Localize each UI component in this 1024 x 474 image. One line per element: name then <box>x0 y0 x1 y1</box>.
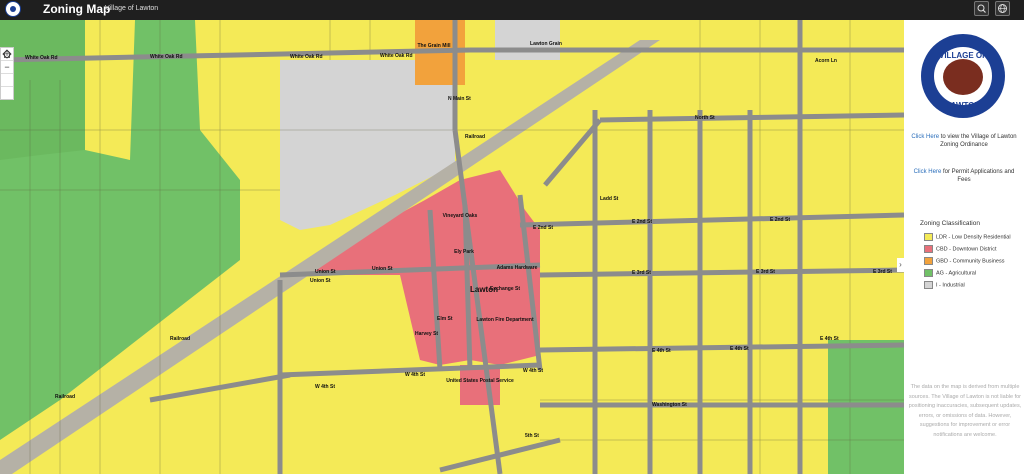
legend-swatch <box>924 257 933 265</box>
home-button[interactable] <box>1 49 13 87</box>
place-label: Ely Park <box>454 249 474 255</box>
disclaimer-text: The data on the map is derived from mult… <box>908 384 1022 438</box>
place-label: Vineyard Oaks <box>443 213 478 219</box>
street-label: White Oak Rd <box>150 54 183 60</box>
street-label: E 2nd St <box>533 225 553 231</box>
collapse-panel-button[interactable]: › <box>897 258 904 272</box>
street-label: E 3rd St <box>756 269 775 275</box>
ordinance-link[interactable]: Click Here <box>911 134 939 140</box>
legend-swatch <box>924 233 933 241</box>
village-logo-icon <box>5 1 21 17</box>
app-subtitle: Village of Lawton <box>105 5 159 12</box>
street-label: 5th St <box>525 433 539 439</box>
app-title: Zoning Map <box>43 2 111 16</box>
legend-swatch <box>924 281 933 289</box>
globe-icon <box>998 4 1007 13</box>
zoning-map[interactable]: White Oak Rd White Oak Rd White Oak Rd W… <box>0 20 904 474</box>
search-button[interactable] <box>974 1 989 16</box>
street-label: Ladd St <box>600 196 619 202</box>
street-label: Harvey St <box>415 331 438 337</box>
top-bar: Zoning Map Village of Lawton <box>0 0 1024 20</box>
seal-text-top: VILLAGE OF <box>939 51 987 60</box>
legend-title: Zoning Classification <box>920 220 980 227</box>
street-label: North St <box>695 115 715 121</box>
side-panel: VILLAGE OF LAWTON Click Here to view the… <box>904 20 1024 474</box>
street-label: Railroad <box>55 394 75 400</box>
legend-label: GBD - Community Business <box>936 258 1005 265</box>
map-toolbar: + − <box>0 47 14 100</box>
street-label: E 4th St <box>652 348 671 354</box>
legend-label: CBD - Downtown District <box>936 246 997 253</box>
street-label: E 3rd St <box>632 270 651 276</box>
locate-button[interactable] <box>1 49 13 99</box>
street-label: White Oak Rd <box>380 53 413 59</box>
street-label: E 4th St <box>730 346 749 352</box>
street-label: Elm St <box>437 316 453 322</box>
street-label: Railroad <box>465 134 485 140</box>
street-label: Union St <box>372 266 393 272</box>
seal-text-bottom: LAWTON <box>945 101 981 110</box>
legend-swatch <box>924 245 933 253</box>
place-label: The Grain Mill <box>417 43 451 49</box>
street-label: E 3rd St <box>873 269 892 275</box>
place-label: Lawton Grain <box>530 41 562 47</box>
place-label: Adams Hardware <box>497 265 538 271</box>
legend-label: AG - Agricultural <box>936 270 977 277</box>
legend-item: AG - Agricultural <box>924 269 976 278</box>
place-label: United States Postal Service <box>446 378 514 384</box>
place-label: Lawton Fire Department <box>476 317 534 323</box>
permits-link-block: Click Here for Permit Applications and F… <box>910 168 1018 184</box>
legend-item: CBD - Downtown District <box>924 245 997 254</box>
street-label: White Oak Rd <box>290 54 323 60</box>
street-label: Washington St <box>652 402 687 408</box>
street-label: Union St <box>310 278 331 284</box>
locate-icon <box>2 49 12 59</box>
street-label: E 2nd St <box>632 219 652 225</box>
street-label: W 4th St <box>523 368 543 374</box>
street-label: Acorn Ln <box>815 58 837 64</box>
street-label: Railroad <box>170 336 190 342</box>
street-label: W 4th St <box>315 384 335 390</box>
permits-link[interactable]: Click Here <box>914 169 942 175</box>
street-label: E 4th St <box>820 336 839 342</box>
map-canvas: White Oak Rd White Oak Rd White Oak Rd W… <box>0 20 904 474</box>
basemap-button[interactable] <box>995 1 1010 16</box>
legend-label: LDR - Low Density Residential <box>936 234 1011 241</box>
ordinance-link-text: to view the Village of Lawton Zoning Ord… <box>939 134 1017 148</box>
town-label: Lawton <box>470 285 498 294</box>
ordinance-link-block: Click Here to view the Village of Lawton… <box>910 133 1018 149</box>
street-label: Union St <box>315 269 336 275</box>
zoom-out-button[interactable]: − <box>1 61 13 74</box>
street-label: N Main St <box>448 96 471 102</box>
village-seal: VILLAGE OF LAWTON <box>921 34 1005 118</box>
legend-item: LDR - Low Density Residential <box>924 233 1011 242</box>
street-label: White Oak Rd <box>25 55 58 61</box>
legend-item: I - Industrial <box>924 281 965 290</box>
street-label: E 2nd St <box>770 217 790 223</box>
legend-swatch <box>924 269 933 277</box>
permits-link-text: for Permit Applications and Fees <box>941 169 1015 183</box>
legend-item: GBD - Community Business <box>924 257 1004 266</box>
search-icon <box>977 4 986 13</box>
legend-label: I - Industrial <box>936 282 965 289</box>
street-label: W 4th St <box>405 372 425 378</box>
